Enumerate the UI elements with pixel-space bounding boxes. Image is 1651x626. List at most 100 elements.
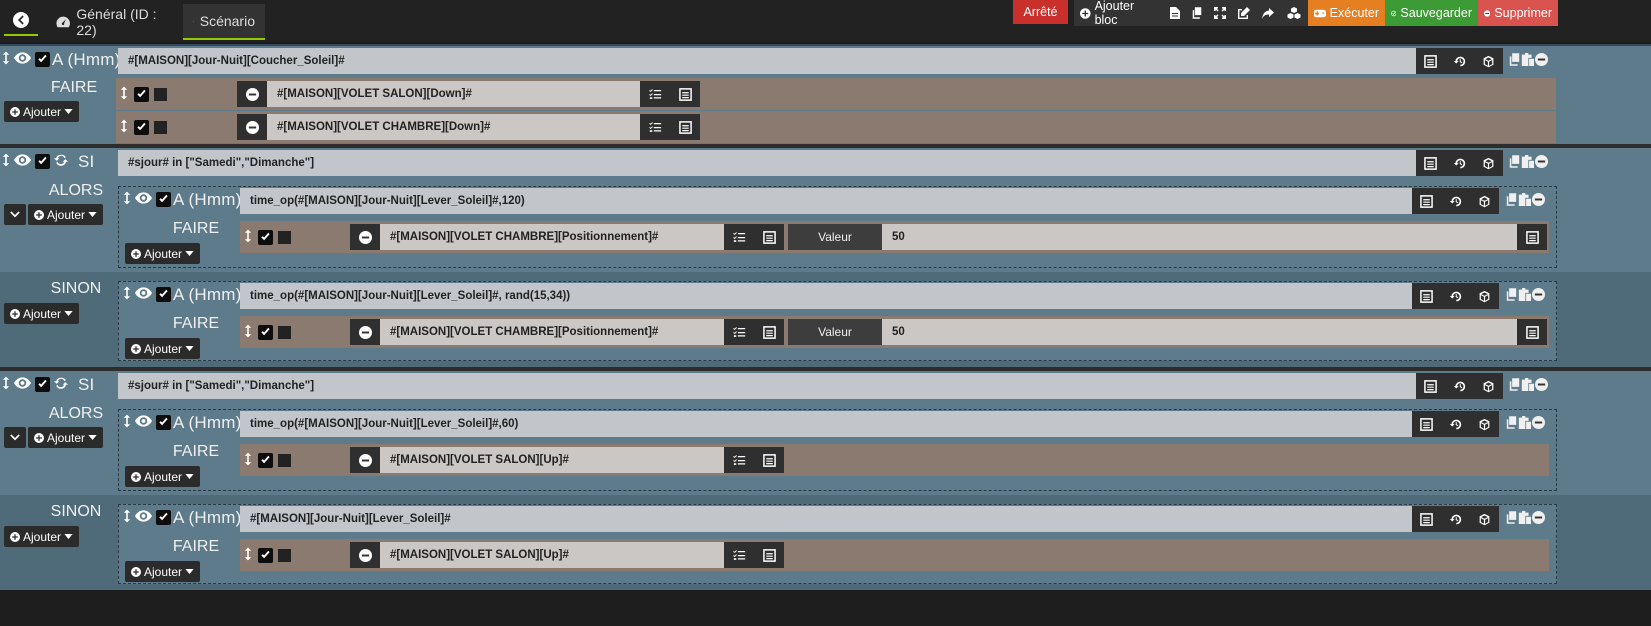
move-handle[interactable]: [2, 51, 10, 68]
value-expression-button[interactable]: [1517, 224, 1547, 250]
move-handle[interactable]: [123, 191, 131, 208]
move-handle[interactable]: [120, 86, 128, 103]
add-button[interactable]: Ajouter: [4, 303, 80, 324]
select-cmd-button[interactable]: [1470, 411, 1499, 437]
remove-block-button[interactable]: [1535, 378, 1548, 394]
collapse-button[interactable]: [4, 427, 26, 448]
paste-block-button[interactable]: [1518, 416, 1531, 432]
enable-checkbox[interactable]: [35, 52, 50, 67]
execute-button[interactable]: Exécuter: [1308, 0, 1385, 26]
expression-button[interactable]: [754, 542, 784, 568]
move-handle[interactable]: [123, 286, 131, 303]
options-button[interactable]: [640, 81, 670, 107]
select-cmd-button[interactable]: [1470, 506, 1499, 532]
add-button[interactable]: Ajouter: [125, 466, 201, 487]
enable-checkbox[interactable]: [258, 453, 273, 468]
expression-button[interactable]: [754, 447, 784, 473]
options-button[interactable]: [640, 114, 670, 140]
move-handle[interactable]: [244, 324, 252, 341]
move-handle[interactable]: [120, 119, 128, 136]
value-expression-button[interactable]: [1517, 319, 1547, 345]
remove-action-button[interactable]: [350, 542, 380, 568]
paste-block-button[interactable]: [1518, 288, 1531, 304]
copy-block-button[interactable]: [1506, 193, 1517, 209]
select-cmd-button[interactable]: [1474, 48, 1503, 74]
condition-input[interactable]: time_op(#[MAISON][Jour-Nuit][Lever_Solei…: [240, 188, 1412, 214]
remove-action-button[interactable]: [237, 114, 267, 140]
paste-block-button[interactable]: [1521, 155, 1534, 171]
add-button[interactable]: Ajouter: [125, 338, 201, 359]
add-button[interactable]: Ajouter: [125, 561, 201, 582]
paste-block-button[interactable]: [1518, 193, 1531, 209]
toggle-visibility[interactable]: [135, 415, 152, 430]
move-handle[interactable]: [244, 452, 252, 469]
move-handle[interactable]: [2, 376, 10, 393]
back-button[interactable]: [4, 6, 38, 36]
remove-block-button[interactable]: [1535, 53, 1548, 69]
condition-input[interactable]: #sjour# in ["Samedi","Dimanche"]: [118, 373, 1416, 399]
history-button[interactable]: [1441, 283, 1470, 309]
delete-button[interactable]: Supprimer: [1478, 0, 1558, 26]
paste-block-button[interactable]: [1518, 511, 1531, 527]
select-cmd-button[interactable]: [1474, 150, 1503, 176]
copy-block-button[interactable]: [1509, 155, 1520, 171]
tab-general[interactable]: Général (ID : 22): [46, 4, 180, 40]
expression-button[interactable]: [670, 114, 700, 140]
enable-checkbox[interactable]: [258, 325, 273, 340]
options-button[interactable]: [724, 224, 754, 250]
action-command-field[interactable]: #[MAISON][VOLET CHAMBRE][Positionnement]…: [380, 224, 724, 250]
toggle-visibility[interactable]: [14, 52, 31, 67]
collapse-button[interactable]: [4, 204, 26, 225]
options-button[interactable]: [724, 319, 754, 345]
toggle-visibility[interactable]: [135, 287, 152, 302]
enable-checkbox[interactable]: [156, 510, 171, 525]
repeat-toggle[interactable]: [54, 376, 68, 393]
history-button[interactable]: [1445, 373, 1474, 399]
paste-block-button[interactable]: [1521, 378, 1534, 394]
expression-button[interactable]: [754, 224, 784, 250]
move-handle[interactable]: [2, 153, 10, 170]
remove-action-button[interactable]: [237, 81, 267, 107]
value-input[interactable]: 50: [882, 224, 1517, 250]
copy-block-button[interactable]: [1509, 53, 1520, 69]
templates-button[interactable]: [1280, 0, 1308, 26]
copy-block-button[interactable]: [1506, 416, 1517, 432]
repeat-toggle[interactable]: [54, 153, 68, 170]
move-handle[interactable]: [244, 229, 252, 246]
save-button[interactable]: Sauvegarder: [1385, 0, 1478, 26]
remove-block-button[interactable]: [1532, 416, 1545, 432]
select-cmd-button[interactable]: [1470, 283, 1499, 309]
condition-input[interactable]: #sjour# in ["Samedi","Dimanche"]: [118, 150, 1416, 176]
parallel-checkbox[interactable]: [278, 454, 291, 467]
remove-block-button[interactable]: [1532, 288, 1545, 304]
enable-checkbox[interactable]: [134, 120, 149, 135]
expression-button[interactable]: [1412, 188, 1441, 214]
copy-block-button[interactable]: [1509, 378, 1520, 394]
action-command-field[interactable]: #[MAISON][VOLET SALON][Down]#: [267, 81, 640, 107]
add-block-button[interactable]: Ajouter bloc: [1074, 0, 1164, 27]
move-handle[interactable]: [123, 509, 131, 526]
remove-block-button[interactable]: [1532, 511, 1545, 527]
duplicate-button[interactable]: [1186, 0, 1208, 26]
parallel-checkbox[interactable]: [278, 549, 291, 562]
enable-checkbox[interactable]: [156, 287, 171, 302]
remove-block-button[interactable]: [1535, 155, 1548, 171]
add-button[interactable]: Ajouter: [4, 526, 80, 547]
move-handle[interactable]: [244, 547, 252, 564]
share-button[interactable]: [1256, 0, 1280, 26]
history-button[interactable]: [1445, 150, 1474, 176]
enable-checkbox[interactable]: [35, 377, 50, 392]
history-button[interactable]: [1441, 188, 1470, 214]
add-button[interactable]: Ajouter: [4, 101, 80, 122]
select-cmd-button[interactable]: [1474, 373, 1503, 399]
parallel-checkbox[interactable]: [154, 88, 167, 101]
copy-block-button[interactable]: [1506, 511, 1517, 527]
remove-action-button[interactable]: [350, 224, 380, 250]
edit-button[interactable]: [1232, 0, 1256, 26]
toggle-visibility[interactable]: [14, 377, 31, 392]
condition-input[interactable]: #[MAISON][Jour-Nuit][Coucher_Soleil]#: [118, 48, 1416, 74]
value-input[interactable]: 50: [882, 319, 1517, 345]
condition-input[interactable]: time_op(#[MAISON][Jour-Nuit][Lever_Solei…: [240, 411, 1412, 437]
toggle-visibility[interactable]: [14, 154, 31, 169]
history-button[interactable]: [1441, 506, 1470, 532]
